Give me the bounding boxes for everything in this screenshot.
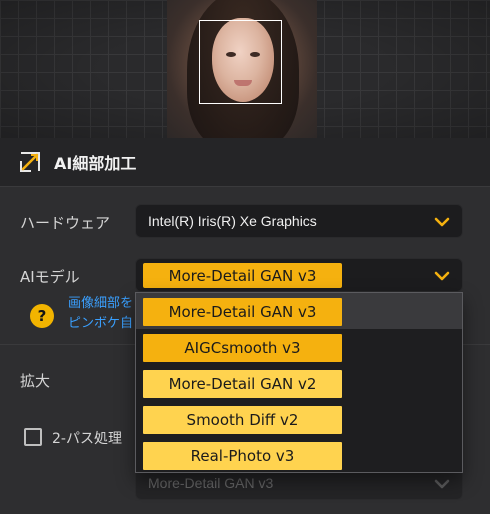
two-pass-checkbox[interactable] [24,428,42,446]
dropdown-option-aigcsmooth-v3[interactable]: AIGCsmooth v3 [143,334,342,362]
ai-model-dropdown[interactable]: More-Detail GAN v3 AIGCsmooth v3 More-De… [135,292,463,473]
model-note: 画像細部を ピンボケ自 [68,294,133,334]
upscale-label: 拡大 [20,372,51,390]
hardware-label: ハードウェア [20,214,111,232]
section-header: AI細部加工 [18,146,136,178]
option-pill: AIGCsmooth v3 [143,334,342,362]
face-detection-box[interactable] [199,20,282,104]
option-pill: More-Detail GAN v2 [143,370,342,398]
option-pill: Smooth Diff v2 [143,406,342,434]
option-pill: More-Detail GAN v3 [143,298,342,326]
ai-model-selected-pill: More-Detail GAN v3 [143,263,342,288]
dropdown-option-more-detail-gan-v3[interactable]: More-Detail GAN v3 [143,298,342,326]
ai-detail-icon [18,150,42,174]
ai-model-label: AIモデル [20,268,80,286]
help-icon[interactable]: ? [30,304,54,328]
dropdown-option-smooth-diff-v2[interactable]: Smooth Diff v2 [143,406,342,434]
ai-model-select[interactable]: More-Detail GAN v3 [135,258,463,292]
chevron-down-icon [434,478,450,490]
image-preview [0,0,490,138]
two-pass-label[interactable]: 2-パス処理 [52,428,122,448]
hardware-value: Intel(R) Iris(R) Xe Graphics [148,213,317,229]
dropdown-option-more-detail-gan-v2[interactable]: More-Detail GAN v2 [143,370,342,398]
chevron-down-icon [434,270,450,282]
hardware-select[interactable]: Intel(R) Iris(R) Xe Graphics [135,204,463,238]
model-note-line2: ピンボケ自 [68,316,134,331]
section-title: AI細部加工 [54,154,137,173]
chevron-down-icon [434,216,450,228]
option-pill: Real-Photo v3 [143,442,342,470]
second-model-value: More-Detail GAN v3 [148,475,274,491]
model-note-line1: 画像細部を [68,296,134,311]
dropdown-option-real-photo-v3[interactable]: Real-Photo v3 [143,442,342,470]
